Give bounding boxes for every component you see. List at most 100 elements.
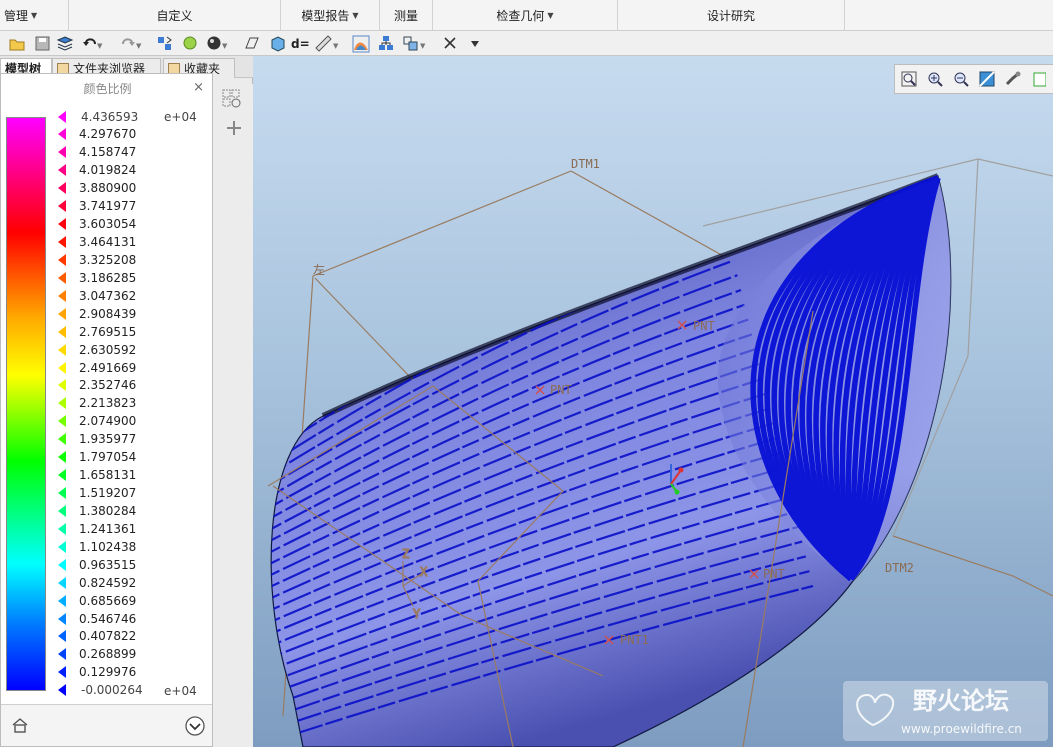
regenerate-icon[interactable] [155, 34, 174, 53]
close-button[interactable]: × [193, 80, 204, 95]
scale-tick: 4.297670 [58, 126, 168, 143]
scale-tick: 2.630592 [58, 341, 168, 358]
scale-marker-icon [58, 522, 66, 535]
chevron-down-icon: ▼ [547, 11, 554, 20]
scale-value: 1.519207 [79, 486, 137, 501]
watermark-brand: 野火论坛 [913, 687, 1009, 715]
scale-value: 2.352746 [79, 378, 137, 393]
scale-tick: 2.074900 [58, 413, 168, 430]
scale-marker-icon [58, 218, 66, 231]
ruler-icon[interactable]: ▼ [314, 34, 340, 53]
saved-views-icon[interactable] [1029, 69, 1049, 89]
scale-tick: 1.658131 [58, 467, 168, 484]
ribbon-group-5[interactable]: 设计研究 [618, 0, 845, 31]
app-window: 管理 ▼ 自定义 模型报告 ▼ 测量 检查几何 ▼ 设计研究 ▼ ▼ ▼ d= ▼ ▼ 模型树 文件夹浏览器… [0, 0, 1053, 747]
color-map-icon[interactable] [351, 34, 370, 53]
redo-icon[interactable]: ▼ [118, 34, 144, 53]
scale-tick: 1.797054 [58, 449, 168, 466]
scale-tick: 4.436593 [58, 108, 168, 125]
undo-icon[interactable]: ▼ [81, 34, 107, 53]
scale-value: 2.908439 [79, 306, 137, 321]
ribbon-group-1[interactable]: 自定义 [69, 0, 281, 31]
show-icon[interactable] [221, 88, 243, 110]
color-scale-title: 颜色比例 [83, 81, 132, 96]
svg-text:▼: ▼ [97, 42, 103, 50]
ribbon-group-4[interactable]: 检查几何 ▼ [433, 0, 618, 31]
svg-text:▼: ▼ [420, 42, 426, 50]
component-icon[interactable]: ▼ [401, 34, 427, 53]
datum-label-dtm2: DTM2 [885, 561, 914, 575]
scale-tick: 2.491669 [58, 359, 168, 376]
scale-marker-icon [58, 594, 66, 607]
scale-value: 3.603054 [79, 217, 137, 232]
scale-tick: 1.935977 [58, 431, 168, 448]
scale-value: 0.407822 [79, 629, 137, 644]
scale-marker-icon [58, 164, 66, 177]
scale-tick: 3.186285 [58, 269, 168, 286]
scale-marker-icon [58, 253, 66, 266]
plane-icon[interactable] [242, 34, 261, 53]
exponent-bottom: e+04 [164, 684, 197, 698]
exponent-top: e+04 [164, 110, 197, 124]
datum-label-dtm1: DTM1 [571, 157, 600, 171]
scale-marker-icon [58, 487, 66, 500]
scale-value[interactable]: -0.000264 [81, 683, 143, 697]
dimension-icon[interactable]: d= [291, 34, 310, 53]
scale-marker-icon [58, 666, 66, 679]
scale-value: 2.630592 [79, 342, 137, 357]
scale-value: 2.491669 [79, 360, 137, 375]
scale-value: 2.213823 [79, 396, 137, 411]
home-icon[interactable] [11, 717, 29, 733]
scale-marker-icon [58, 361, 66, 374]
close-x-icon[interactable] [441, 34, 460, 53]
zoom-in-icon[interactable] [925, 69, 945, 89]
open-icon[interactable] [8, 34, 27, 53]
scale-marker-icon [58, 451, 66, 464]
scale-tick: 2.769515 [58, 323, 168, 340]
scale-tick: 0.546746 [58, 610, 168, 627]
scale-marker-icon [58, 540, 66, 553]
save-icon[interactable] [33, 34, 52, 53]
scale-marker-icon [58, 325, 66, 338]
ribbon-group-0[interactable]: 管理 ▼ [0, 0, 69, 31]
orient-icon[interactable] [1003, 69, 1023, 89]
scale-value: 4.158747 [79, 145, 137, 160]
render-sphere-icon[interactable]: ▼ [205, 34, 231, 53]
add-icon[interactable] [224, 118, 244, 138]
scale-value: 0.129976 [79, 665, 137, 680]
scale-marker-icon [58, 200, 66, 213]
scale-tick: 3.325208 [58, 251, 168, 268]
ribbon-group-2[interactable]: 模型报告 ▼ [281, 0, 380, 31]
scale-value: 4.297670 [79, 127, 137, 142]
color-scale-dialog: 颜色比例 × 4.436593 4.297670 4.158747 4.019824 3… [0, 73, 213, 747]
scale-marker-icon [58, 576, 66, 589]
refit-icon[interactable] [899, 69, 919, 89]
scale-value: 0.685669 [79, 593, 137, 608]
repaint-icon[interactable] [977, 69, 997, 89]
point-label-pnt-a: PNT [550, 383, 572, 397]
layers-icon[interactable] [56, 34, 75, 53]
point-label-pnt1: PNT1 [620, 633, 649, 647]
more-icon[interactable] [466, 34, 485, 53]
scale-value[interactable]: 4.436593 [81, 110, 138, 124]
scale-tick: 0.407822 [58, 628, 168, 645]
model-scene[interactable]: DTM1 左 DTM2 PNT1 PNT PNT PNT Z X Y [253, 56, 1053, 747]
ribbon-group-bar: 管理 ▼ 自定义 模型报告 ▼ 测量 检查几何 ▼ 设计研究 [0, 0, 1053, 31]
scale-marker-icon [58, 558, 66, 571]
hierarchy-icon[interactable] [377, 34, 396, 53]
cube-icon[interactable] [268, 34, 287, 53]
scale-tick: 3.603054 [58, 216, 168, 233]
zoom-out-icon[interactable] [951, 69, 971, 89]
scale-tick: 1.519207 [58, 485, 168, 502]
sphere-icon[interactable] [181, 34, 200, 53]
chevron-down-icon[interactable] [184, 715, 206, 737]
scale-value: 3.325208 [79, 252, 137, 267]
scale-tick: 0.963515 [58, 556, 168, 573]
scale-tick: 3.880900 [58, 180, 168, 197]
graphics-window[interactable]: DTM1 左 DTM2 PNT1 PNT PNT PNT Z X Y [253, 56, 1053, 747]
ribbon-group-3[interactable]: 测量 [380, 0, 433, 31]
scale-tick: 1.380284 [58, 502, 168, 519]
svg-text:▼: ▼ [136, 42, 142, 50]
scale-value: 4.019824 [79, 163, 137, 178]
point-label-pnt-b: PNT [693, 319, 715, 333]
